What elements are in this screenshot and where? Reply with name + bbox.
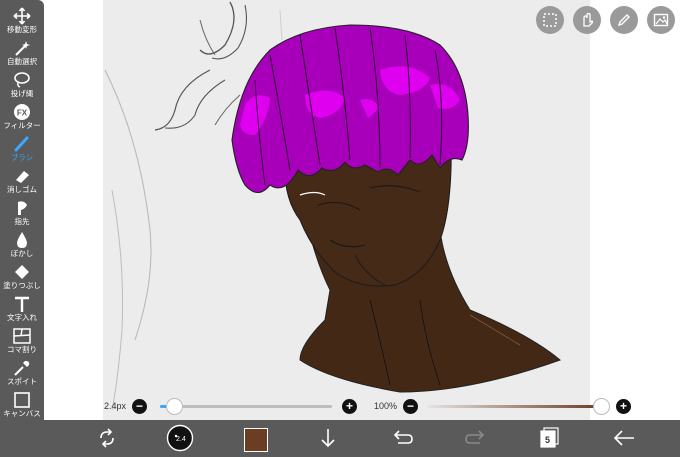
tool-label: 塗りつぶし [3,281,41,290]
redo-button[interactable] [464,420,488,457]
tool-label: スポイト [7,377,37,386]
eyedropper-icon [14,361,30,376]
selection-button[interactable] [536,6,564,34]
tool-label: コマ割り [7,345,37,354]
tool-filter[interactable]: FX フィルター [0,100,44,136]
tool-label: 自動選択 [7,57,37,66]
fill-bucket-icon [15,265,29,279]
brush-size-knob[interactable] [166,398,183,415]
tool-text[interactable]: 文字入れ [0,292,44,328]
rotate-arrows-icon [100,428,114,448]
tool-frame[interactable]: コマ割り [0,324,44,360]
hand-gesture-icon [583,12,594,27]
pencil-icon [617,14,630,27]
magic-wand-icon [15,41,30,56]
bottom-toolbar: 2.4 5 [0,420,680,457]
tool-label: 投げ縄 [10,89,34,98]
tool-label: フィルター [3,121,41,130]
tool-move[interactable]: 移動変形 [0,4,44,40]
redo-icon [465,430,485,444]
eraser-icon [16,171,29,183]
tool-sidebar: 移動変形 自動選択 投げ縄 FX フィルター ブラシ 消しゴム 指先 ぼかし 塗… [0,0,44,457]
tool-brush[interactable]: ブラシ [0,132,44,168]
tool-finger[interactable]: 指先 [0,196,44,232]
transform-button[interactable] [96,420,120,457]
layers-count: 5 [545,435,551,445]
tool-label: 移動変形 [7,25,37,34]
tool-label: 文字入れ [7,313,37,322]
text-t-icon [15,296,29,312]
fx-icon: FX [14,104,30,120]
frame-divider-icon [13,328,31,344]
brush-size-value: 2.4 [176,436,186,443]
hand-gesture-button[interactable] [573,6,601,34]
minus-icon: − [406,399,414,413]
opacity-label: 100% [374,401,398,411]
color-swatch-button[interactable] [244,428,268,452]
brush-size-slider[interactable] [160,405,332,408]
artwork [104,1,561,411]
tool-label: ブラシ [10,153,34,162]
tool-label: 消しゴム [7,185,37,194]
plus-icon: + [345,399,353,413]
drawing-canvas-area[interactable]: 2.4px − + 100% − + [0,0,680,420]
brush-icon [14,136,29,152]
arrow-left-icon [613,430,634,446]
opacity-knob[interactable] [593,398,610,415]
svg-text:FX: FX [17,109,28,118]
tool-label: キャンバス [3,409,41,418]
layers-button[interactable]: 5 [538,420,562,457]
undo-icon [393,430,413,444]
tool-canvas[interactable]: キャンバス [0,388,44,424]
plus-icon: + [619,399,627,413]
arrow-down-icon [321,429,335,448]
minus-icon: − [135,399,143,413]
download-button[interactable] [318,420,340,457]
opacity-slider[interactable] [428,405,600,408]
undo-button[interactable] [390,420,414,457]
tool-lasso[interactable]: 投げ縄 [0,68,44,104]
opacity-increase-button[interactable]: + [616,399,631,414]
opacity-decrease-button[interactable]: − [403,399,418,414]
tool-eraser[interactable]: 消しゴム [0,164,44,200]
move-arrows-icon [13,7,31,25]
blur-drop-icon [17,232,27,248]
tool-magic-wand[interactable]: 自動選択 [0,36,44,72]
tool-fill[interactable]: 塗りつぶし [0,260,44,296]
back-button[interactable] [612,420,636,457]
size-increase-button[interactable]: + [342,399,357,414]
lasso-icon [14,72,30,88]
brush-size-label: 2.4px [104,401,127,411]
selection-icon [543,13,557,27]
size-decrease-button[interactable]: − [132,399,147,414]
tool-eyedropper[interactable]: スポイト [0,356,44,392]
tool-label: ぼかし [10,249,34,258]
pencil-button[interactable] [610,6,638,34]
image-icon [653,13,669,27]
brush-size-button[interactable]: 2.4 [166,420,194,457]
finger-icon [18,201,27,215]
canvas-icon [14,392,30,408]
tool-blur[interactable]: ぼかし [0,228,44,264]
tool-label: 指先 [14,217,30,226]
image-button[interactable] [647,6,675,34]
